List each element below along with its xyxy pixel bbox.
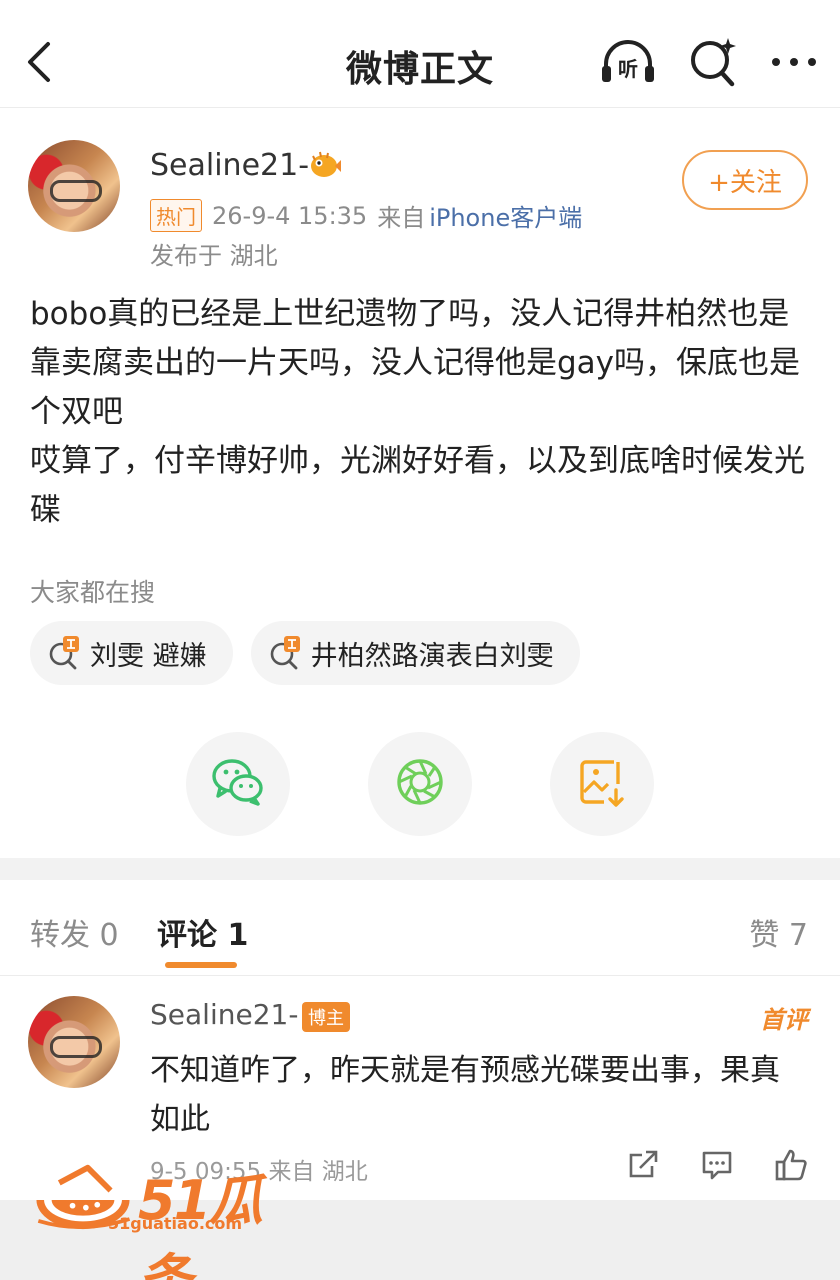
post-header: Sealine21- 热门 26-9-4 15:35 来自 iPhone客户端 … <box>28 140 818 270</box>
tab-comment[interactable]: 评论 1 <box>157 910 248 954</box>
wechat-icon <box>210 754 266 814</box>
section-divider <box>0 858 840 880</box>
post-body-line: 哎算了，付辛博好帅，光渊好好看，以及到底啥时候发光碟 <box>30 443 805 528</box>
hot-search-chip[interactable]: 井柏然路演表白刘雯 <box>250 621 580 685</box>
post-body: bobo真的已经是上世纪遗物了吗，没人记得井柏然也是靠卖腐卖出的一片天吗，没人记… <box>30 290 810 535</box>
like-icon[interactable] <box>774 1148 808 1182</box>
hot-search-chip-label: 井柏然路演表白刘雯 <box>310 640 554 672</box>
top-bar: 微博正文 听 <box>0 0 840 108</box>
reply-icon[interactable] <box>700 1148 734 1182</box>
avatar[interactable] <box>28 140 120 232</box>
hot-search-chip[interactable]: 刘雯 避嫌 <box>30 621 233 685</box>
top-icons: 听 <box>598 36 818 88</box>
first-comment-badge: 首评 <box>760 1006 808 1034</box>
comment-username[interactable]: Sealine21- <box>150 998 298 1031</box>
comment-actions <box>626 1148 808 1182</box>
search-icon[interactable] <box>688 36 740 88</box>
hot-search-icon <box>267 636 301 670</box>
save-image-button[interactable] <box>550 732 654 836</box>
hot-search-chips: 刘雯 避嫌 井柏然路演表白刘雯 <box>30 621 580 685</box>
watermark-url: 51guatiao.com <box>108 1214 243 1233</box>
share-wechat-button[interactable] <box>186 732 290 836</box>
more-icon[interactable] <box>770 36 818 88</box>
hot-tag: 热门 <box>150 199 202 232</box>
share-icon[interactable] <box>626 1148 660 1182</box>
share-bar <box>0 732 840 836</box>
comment-avatar[interactable] <box>28 996 120 1088</box>
watermark: 51瓜条 51guatiao.com <box>28 1156 298 1280</box>
moments-icon <box>392 754 448 814</box>
share-moments-button[interactable] <box>368 732 472 836</box>
post-username[interactable]: Sealine21- <box>150 148 309 183</box>
source-prefix: 来自 <box>377 204 426 232</box>
listen-icon[interactable]: 听 <box>598 36 658 88</box>
comment-text: 不知道咋了，昨天就是有预感光碟要出事，果真如此 <box>150 1053 780 1137</box>
follow-button[interactable]: +关注 <box>682 150 808 210</box>
tab-active-indicator <box>165 962 237 968</box>
post-timestamp: 26-9-4 15:35 <box>212 201 368 230</box>
hot-search-chip-label: 刘雯 避嫌 <box>90 640 207 672</box>
listen-label: 听 <box>618 57 638 81</box>
tab-like[interactable]: 赞 7 <box>749 910 808 954</box>
post-meta: 热门 26-9-4 15:35 来自 iPhone客户端 <box>150 198 582 233</box>
post-location: 发布于 湖北 <box>150 242 278 270</box>
post-body-line: bobo真的已经是上世纪遗物了吗，没人记得井柏然也是靠卖腐卖出的一片天吗，没人记… <box>30 296 801 430</box>
author-tag: 博主 <box>302 1002 350 1032</box>
pufferfish-badge-icon <box>308 150 342 180</box>
source-client[interactable]: iPhone客户端 <box>429 198 582 233</box>
hot-search-icon <box>46 636 80 670</box>
save-image-icon <box>574 754 630 814</box>
interaction-tabs: 转发 0 评论 1 赞 7 <box>0 880 840 976</box>
tab-repost[interactable]: 转发 0 <box>30 910 119 954</box>
hot-search-label: 大家都在搜 <box>30 578 156 607</box>
